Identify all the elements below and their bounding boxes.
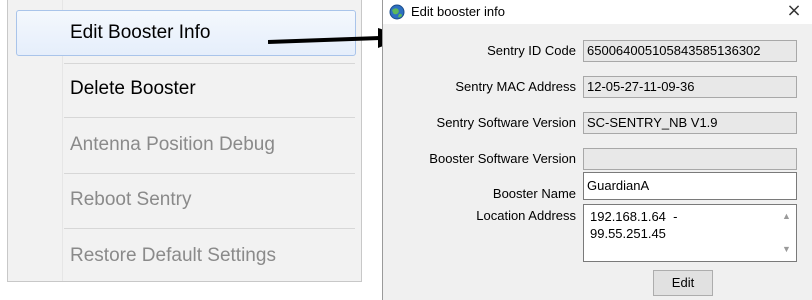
booster-software-label: Booster Software Version — [429, 151, 576, 166]
booster-software-field[interactable] — [583, 148, 797, 170]
edit-booster-dialog: Edit booster info × Sentry ID Code 65006… — [382, 0, 812, 300]
scroll-down-icon[interactable]: ▼ — [782, 241, 791, 258]
menu-item-antenna-position-debug[interactable]: Antenna Position Debug — [16, 122, 356, 168]
location-line-2: 99.55.251.45 — [590, 226, 666, 241]
sentry-id-field[interactable]: 650064005105843585136302 — [583, 40, 797, 62]
menu-separator — [64, 228, 355, 229]
location-address-textarea[interactable]: 192.168.1.64 - 99.55.251.45 ▲ ▼ — [583, 204, 797, 262]
app-globe-icon — [389, 4, 405, 20]
dialog-title: Edit booster info — [411, 4, 505, 19]
menu-separator — [64, 173, 355, 174]
menu-item-reboot-sentry[interactable]: Reboot Sentry — [16, 177, 356, 223]
location-address-label: Location Address — [476, 208, 576, 223]
close-icon[interactable]: × — [784, 0, 804, 24]
sentry-mac-field[interactable]: 12-05-27-11-09-36 — [583, 76, 797, 98]
sentry-software-field[interactable]: SC-SENTRY_NB V1.9 — [583, 112, 797, 134]
sentry-mac-label: Sentry MAC Address — [455, 79, 576, 94]
booster-name-input[interactable]: GuardianA — [583, 172, 797, 200]
location-line-1: 192.168.1.64 - — [590, 209, 678, 224]
menu-item-delete-booster[interactable]: Delete Booster — [16, 66, 356, 112]
booster-name-label: Booster Name — [492, 186, 576, 201]
dialog-titlebar: Edit booster info × — [383, 0, 812, 24]
scroll-up-icon[interactable]: ▲ — [782, 208, 791, 225]
textarea-scrollbar[interactable]: ▲ ▼ — [779, 205, 796, 261]
menu-separator — [64, 63, 355, 64]
menu-item-restore-default-settings[interactable]: Restore Default Settings — [16, 233, 356, 279]
sentry-id-label: Sentry ID Code — [487, 43, 576, 58]
menu-separator — [64, 117, 355, 118]
sentry-software-label: Sentry Software Version — [436, 115, 576, 130]
edit-button[interactable]: Edit — [653, 270, 713, 296]
